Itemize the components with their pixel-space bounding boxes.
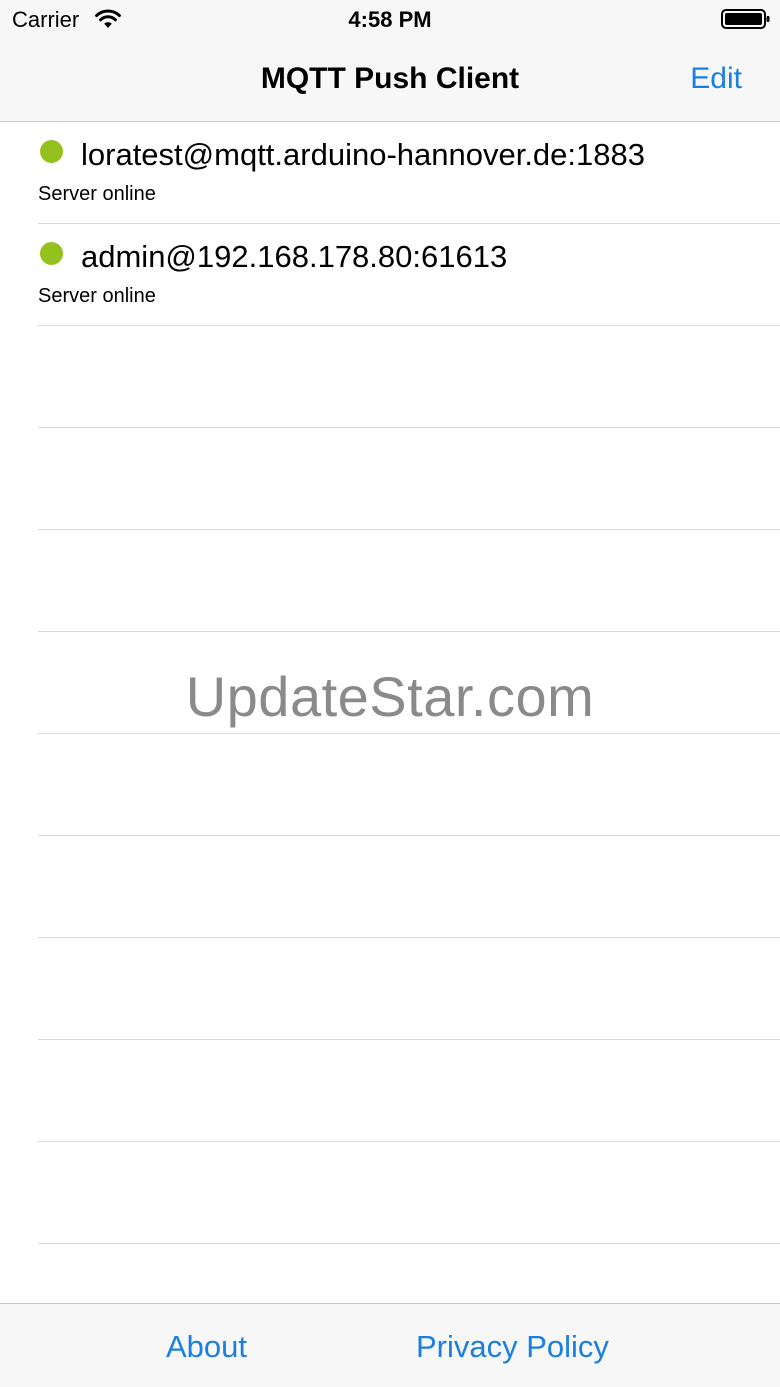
empty-row bbox=[38, 530, 780, 632]
status-bar: Carrier 4:58 PM bbox=[0, 0, 780, 40]
status-dot-icon bbox=[40, 140, 63, 163]
bottom-toolbar: About Privacy Policy bbox=[0, 1303, 780, 1387]
server-list: loratest@mqtt.arduino-hannover.de:1883 S… bbox=[0, 122, 780, 1303]
empty-row bbox=[38, 1040, 780, 1142]
status-time: 4:58 PM bbox=[348, 7, 432, 32]
empty-row bbox=[38, 1142, 780, 1244]
empty-row bbox=[38, 836, 780, 938]
privacy-policy-button[interactable]: Privacy Policy bbox=[416, 1328, 609, 1366]
empty-row bbox=[38, 734, 780, 836]
server-name: admin@192.168.178.80:61613 bbox=[81, 239, 508, 274]
empty-row bbox=[38, 428, 780, 530]
app-screen: Carrier 4:58 PM MQTT Push Client Edit lo… bbox=[0, 0, 780, 1387]
empty-row bbox=[38, 326, 780, 428]
server-status: Server online bbox=[38, 183, 156, 205]
server-row[interactable]: admin@192.168.178.80:61613 Server online bbox=[38, 224, 780, 326]
about-button[interactable]: About bbox=[166, 1328, 247, 1366]
empty-row bbox=[38, 938, 780, 1040]
status-dot-icon bbox=[40, 242, 63, 265]
page-title: MQTT Push Client bbox=[260, 62, 520, 95]
edit-button[interactable]: Edit bbox=[690, 60, 742, 98]
server-row[interactable]: loratest@mqtt.arduino-hannover.de:1883 S… bbox=[38, 122, 780, 224]
navigation-bar: MQTT Push Client Edit bbox=[0, 40, 780, 122]
server-status: Server online bbox=[38, 285, 156, 307]
battery-icon bbox=[721, 8, 771, 30]
empty-row bbox=[38, 632, 780, 734]
server-name: loratest@mqtt.arduino-hannover.de:1883 bbox=[81, 137, 645, 172]
